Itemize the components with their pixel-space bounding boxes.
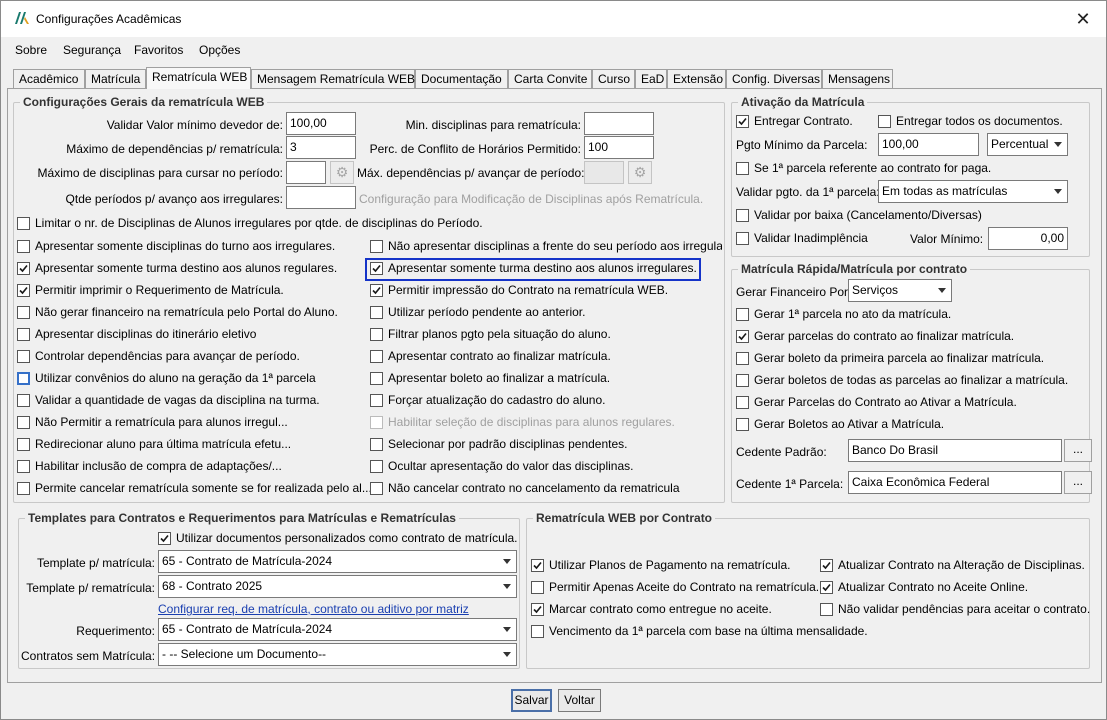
close-icon[interactable]: ✕ <box>1068 5 1098 33</box>
back-button[interactable]: Voltar <box>558 689 601 712</box>
chevron-down-icon <box>938 288 946 293</box>
qtde-periodos-label: Qtde períodos p/ avanço aos irregulares: <box>65 192 283 206</box>
title-bar: Configurações Acadêmicas ✕ <box>1 1 1106 37</box>
configurar-link[interactable]: Configurar req. de matrícula, contrato o… <box>158 602 469 616</box>
web-contrato-legend: Rematrícula WEB por Contrato <box>536 511 713 525</box>
window-title: Configurações Acadêmicas <box>36 12 182 26</box>
pgto-minimo-field[interactable]: 100,00 <box>878 133 979 156</box>
perc-conflito-field[interactable]: 100 <box>584 136 654 159</box>
min-disciplinas-field[interactable] <box>584 112 654 135</box>
chevron-down-icon <box>503 584 511 589</box>
tab-documentacao[interactable]: Documentação <box>415 69 508 89</box>
validar-valor-field[interactable]: 100,00 <box>286 112 356 135</box>
template-matricula-label: Template p/ matrícula: <box>36 556 155 570</box>
cedente-padrao-browse-button[interactable]: ... <box>1064 439 1092 462</box>
config-modificacao-text: Configuração para Modificação de Discipl… <box>359 192 704 206</box>
cedente-parcela-browse-button[interactable]: ... <box>1064 471 1092 494</box>
menu-sobre[interactable]: Sobre <box>15 43 47 57</box>
menu-opcoes[interactable]: Opções <box>199 43 240 57</box>
gear-icon[interactable]: ⚙ <box>628 161 652 184</box>
max-dep-avancar-label: Máx. dependências p/ avançar de período: <box>357 166 585 180</box>
valor-minimo-label: Valor Mínimo: <box>910 232 984 246</box>
max-dep-avancar-field[interactable] <box>584 161 624 184</box>
tab-mensagem-rematricula-web[interactable]: Mensagem Rematrícula WEB <box>251 69 415 89</box>
sem-matricula-label: Contratos sem Matrícula: <box>21 649 156 663</box>
chevron-down-icon <box>503 652 511 657</box>
max-disciplinas-field[interactable] <box>286 161 326 184</box>
tab-ead[interactable]: EaD <box>635 69 667 89</box>
gear-icon[interactable]: ⚙ <box>330 161 354 184</box>
template-rematricula-label: Template p/ rematrícula: <box>26 581 155 595</box>
ativacao-legend: Ativação da Matrícula <box>741 95 865 109</box>
gerar-financeiro-label: Gerar Financeiro Por: <box>736 285 852 299</box>
chevron-down-icon <box>1054 142 1062 147</box>
validar-valor-label: Validar Valor mínimo devedor de: <box>106 118 283 132</box>
chevron-down-icon <box>503 559 511 564</box>
max-dependencias-label: Máximo de dependências p/ rematrícula: <box>66 142 283 156</box>
pgto-tipo-select[interactable]: Percentual <box>987 133 1068 156</box>
max-dependencias-field[interactable]: 3 <box>286 136 356 159</box>
app-logo-icon <box>15 12 29 24</box>
tab-rematricula-web[interactable]: Rematrícula WEB <box>146 67 251 89</box>
cedente-parcela-label: Cedente 1ª Parcela: <box>736 477 844 491</box>
menu-seguranca[interactable]: Segurança <box>63 43 121 57</box>
tab-bar: Acadêmico Matrícula Rematrícula WEB Mens… <box>1 67 1106 89</box>
cedente-parcela-field[interactable]: Caixa Econômica Federal <box>848 471 1062 494</box>
perc-conflito-label: Perc. de Conflito de Horários Permitido: <box>369 142 581 156</box>
menu-bar: Sobre Segurança Favoritos Opções <box>1 37 1106 63</box>
tab-mensagens[interactable]: Mensagens <box>822 69 893 89</box>
requerimento-select[interactable]: 65 - Contrato de Matrícula-2024 <box>158 618 517 641</box>
save-button[interactable]: Salvar <box>511 689 552 712</box>
matricula-rapida-legend: Matrícula Rápida/Matrícula por contrato <box>741 262 968 276</box>
qtde-periodos-field[interactable] <box>286 186 356 209</box>
tab-config-diversas[interactable]: Config. Diversas <box>726 69 822 89</box>
tab-matricula[interactable]: Matrícula <box>85 69 146 89</box>
tab-carta-convite[interactable]: Carta Convite <box>508 69 592 89</box>
max-disciplinas-label: Máximo de disciplinas para cursar no per… <box>37 166 283 180</box>
chevron-down-icon <box>503 627 511 632</box>
chevron-down-icon <box>1054 189 1062 194</box>
cedente-padrao-label: Cedente Padrão: <box>736 445 827 459</box>
general-settings-legend: Configurações Gerais da rematrícula WEB <box>23 95 265 109</box>
right-check-1[interactable]: Não apresentar disciplinas a frente do s… <box>370 239 722 255</box>
sem-matricula-select[interactable]: - -- Selecione um Documento-- <box>158 643 517 666</box>
cedente-padrao-field[interactable]: Banco Do Brasil <box>848 439 1062 462</box>
validar-pgto-select[interactable]: Em todas as matrículas <box>878 180 1068 203</box>
valor-minimo-field[interactable]: 0,00 <box>988 227 1068 250</box>
template-rematricula-select[interactable]: 68 - Contrato 2025 <box>158 575 517 598</box>
settings-window: Configurações Acadêmicas ✕ Sobre Seguran… <box>0 0 1107 720</box>
tab-curso[interactable]: Curso <box>592 69 635 89</box>
validar-pgto-label: Validar pgto. da 1ª parcela: <box>736 185 880 199</box>
tab-extensao[interactable]: Extensão <box>667 69 726 89</box>
tab-academico[interactable]: Acadêmico <box>13 69 85 89</box>
pgto-minimo-label: Pgto Mínimo da Parcela: <box>736 138 868 152</box>
gerar-financeiro-select[interactable]: Serviços <box>848 279 952 302</box>
min-disciplinas-label: Min. disciplinas para rematrícula: <box>405 118 581 132</box>
menu-favoritos[interactable]: Favoritos <box>134 43 183 57</box>
requerimento-label: Requerimento: <box>76 624 155 638</box>
template-matricula-select[interactable]: 65 - Contrato de Matrícula-2024 <box>158 550 517 573</box>
templates-legend: Templates para Contratos e Requerimentos… <box>28 511 456 525</box>
